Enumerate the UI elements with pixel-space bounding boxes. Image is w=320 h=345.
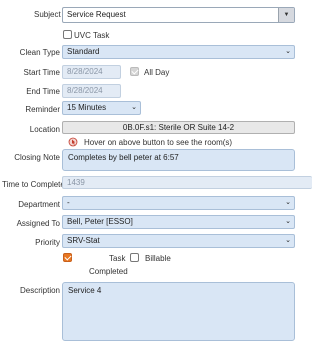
chevron-down-icon: ⌄ (285, 199, 291, 206)
priority-label: Priority (35, 238, 60, 247)
start-time-input[interactable]: 8/28/2024 (62, 65, 121, 79)
clean-type-select[interactable]: Standard ⌄ (62, 45, 295, 59)
closing-note-textarea[interactable]: Completes by bell peter at 6:57 (62, 149, 295, 171)
uvc-task-label: UVC Task (74, 31, 110, 40)
location-hint: Hover on above button to see the room(s) (84, 138, 233, 147)
end-time-label: End Time (26, 87, 60, 96)
billable-checkbox[interactable] (130, 253, 139, 262)
reminder-select[interactable]: 15 Minutes ⌄ (62, 101, 141, 115)
location-value: 0B.0F.s1: Sterile OR Suite 14-2 (122, 123, 235, 132)
end-time-value: 8/28/2024 (67, 86, 103, 95)
location-label: Location (29, 125, 60, 134)
description-textarea[interactable]: Service 4 (62, 282, 295, 341)
end-time-input[interactable]: 8/28/2024 (62, 84, 121, 98)
chevron-down-icon: ⌄ (285, 48, 291, 55)
assigned-to-value: Bell, Peter [ESSO] (67, 217, 133, 226)
description-label: Description (19, 286, 60, 295)
department-value: - (67, 198, 70, 207)
completed-label: Completed (89, 267, 128, 276)
chevron-down-icon: ⌄ (285, 218, 291, 225)
start-time-value: 8/28/2024 (67, 67, 103, 76)
reminder-value: 15 Minutes (67, 103, 107, 112)
department-select[interactable]: - ⌄ (62, 196, 295, 210)
time-to-complete-input[interactable]: 1439 (62, 176, 312, 189)
department-label: Department (18, 200, 60, 209)
priority-value: SRV-Stat (67, 236, 100, 245)
all-day-checkbox[interactable] (130, 67, 139, 76)
chevron-down-icon: ⌄ (285, 237, 291, 244)
all-day-label: All Day (144, 68, 170, 77)
uvc-task-checkbox[interactable] (63, 30, 72, 39)
task-checkbox[interactable] (63, 253, 72, 262)
priority-select[interactable]: SRV-Stat ⌄ (62, 234, 295, 248)
billable-label: Billable (145, 254, 171, 263)
time-to-complete-value: 1439 (67, 178, 85, 187)
subject-dropdown-button[interactable]: ▼ (278, 8, 294, 22)
location-button[interactable]: 0B.0F.s1: Sterile OR Suite 14-2 (62, 121, 295, 134)
subject-value: Service Request (67, 10, 126, 19)
chevron-down-icon: ⌄ (131, 104, 137, 111)
clean-type-label: Clean Type (19, 48, 60, 57)
assigned-to-label: Assigned To (16, 219, 60, 228)
time-to-complete-label: Time to Complete (2, 180, 65, 189)
start-time-label: Start Time (23, 68, 60, 77)
assigned-to-select[interactable]: Bell, Peter [ESSO] ⌄ (62, 215, 295, 229)
subject-select[interactable]: Service Request ▼ (62, 7, 295, 23)
clean-type-value: Standard (67, 47, 100, 56)
chevron-down-icon: ▼ (283, 12, 290, 18)
pointer-icon (68, 137, 78, 147)
reminder-label: Reminder (25, 105, 60, 114)
closing-note-label: Closing Note (14, 153, 60, 162)
description-value: Service 4 (68, 286, 102, 295)
task-label: Task (109, 254, 126, 263)
closing-note-value: Completes by bell peter at 6:57 (68, 153, 179, 162)
subject-label: Subject (34, 10, 61, 19)
